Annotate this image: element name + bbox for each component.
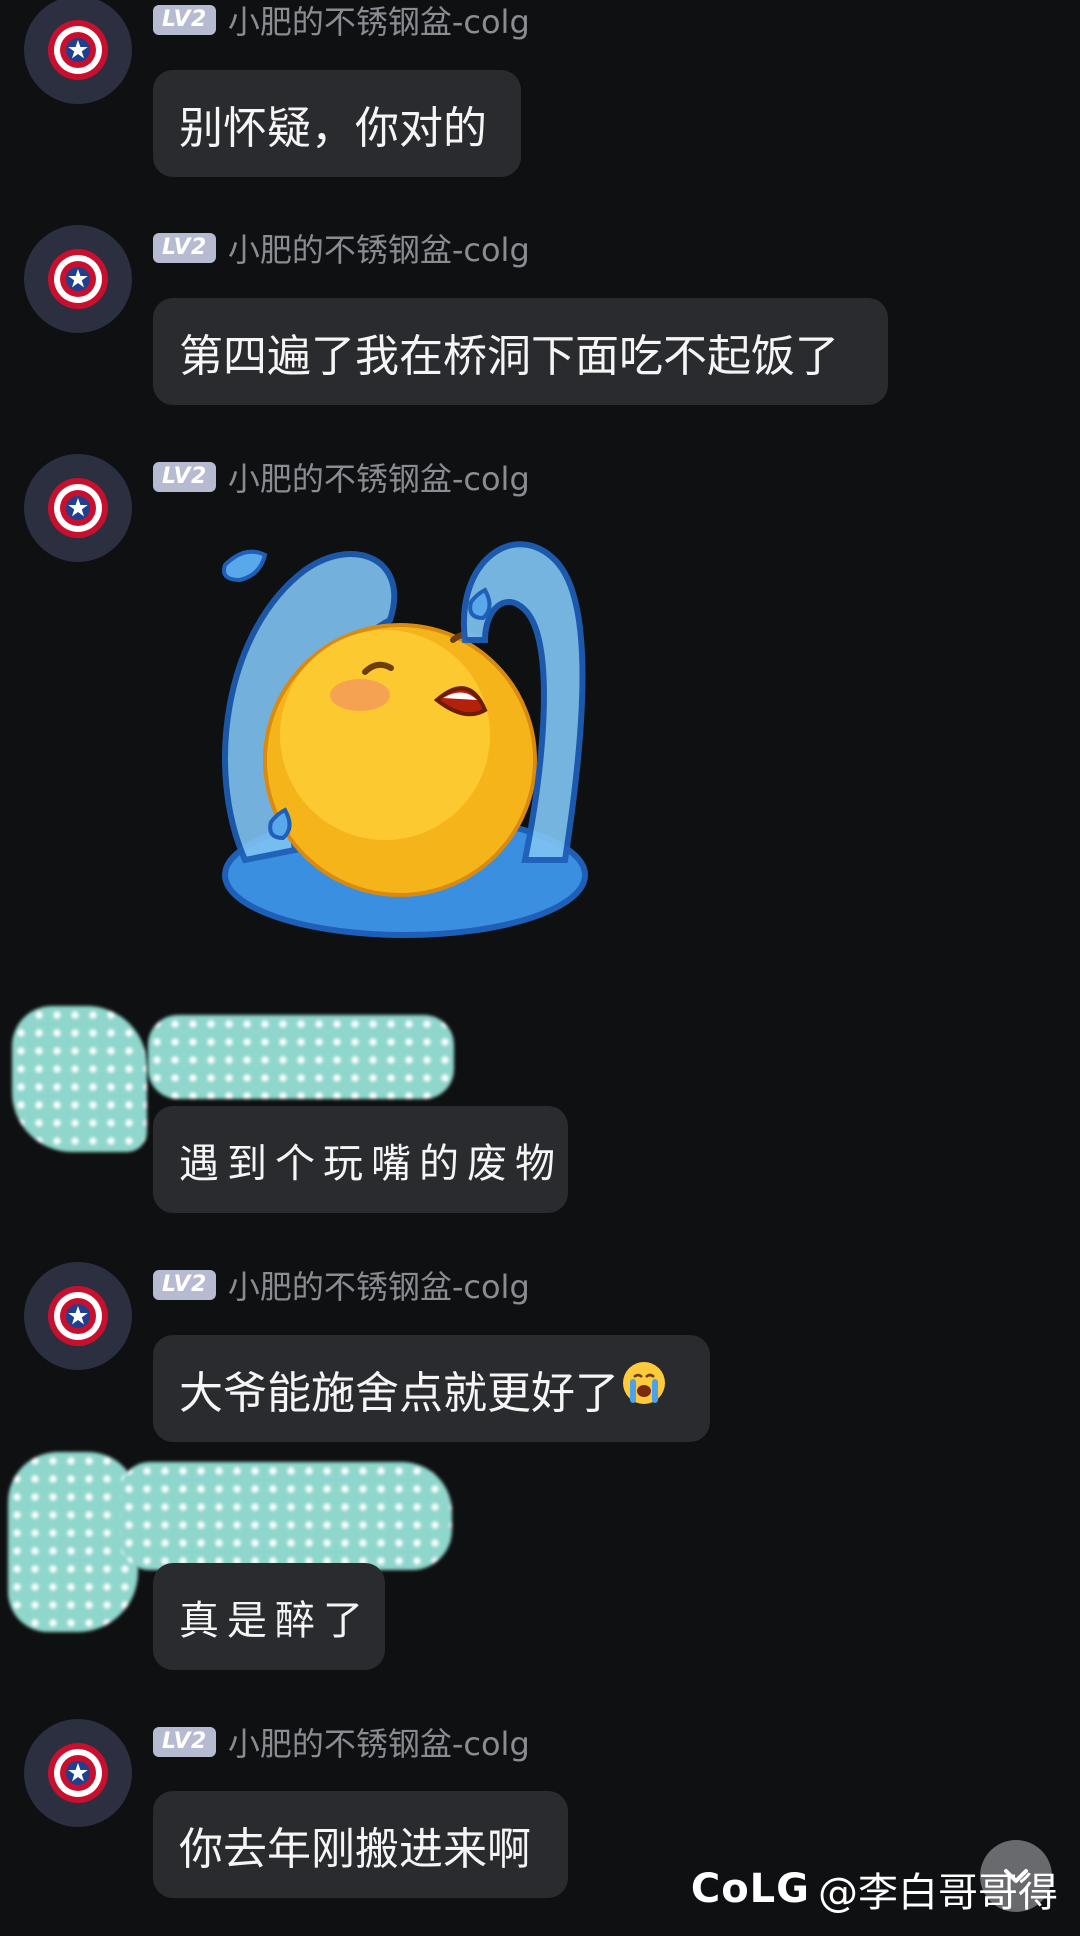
message-bubble[interactable]: 第四遍了我在桥洞下面吃不起饭了	[153, 298, 888, 405]
shield-icon	[48, 1743, 108, 1803]
shield-icon	[48, 478, 108, 538]
redacted-username	[148, 1015, 454, 1099]
message-bubble[interactable]: 真是醉了	[153, 1563, 385, 1670]
username[interactable]: 小肥的不锈钢盆-colg	[228, 0, 530, 43]
sender-line: LV2 小肥的不锈钢盆-colg	[153, 459, 530, 498]
message-text: 别怀疑，你对的	[179, 102, 487, 154]
avatar[interactable]	[24, 225, 132, 333]
level-badge: LV2	[153, 5, 216, 35]
shield-icon	[48, 20, 108, 80]
level-badge: LV2	[153, 233, 216, 263]
avatar[interactable]	[24, 454, 132, 562]
message-text: 遇到个玩嘴的废物	[179, 1140, 563, 1187]
message-text: 大爷能施舍点就更好了	[179, 1367, 619, 1419]
loudly-crying-emoji-icon	[621, 1360, 667, 1417]
username[interactable]: 小肥的不锈钢盆-colg	[228, 1719, 530, 1765]
username[interactable]: 小肥的不锈钢盆-colg	[228, 225, 530, 271]
watermark-logo: CoLG	[690, 1866, 810, 1912]
watermark: CoLG @李白哥哥得	[691, 1860, 1058, 1918]
message-text: 真是醉了	[179, 1597, 371, 1644]
redacted-username	[120, 1462, 452, 1570]
message-text: 你去年刚搬进来啊	[179, 1823, 531, 1875]
message-bubble[interactable]: 大爷能施舍点就更好了	[153, 1335, 710, 1442]
level-badge: LV2	[153, 1270, 216, 1300]
sender-line: LV2 小肥的不锈钢盆-colg	[153, 2, 530, 41]
avatar[interactable]	[24, 0, 132, 104]
level-badge: LV2	[153, 1727, 216, 1757]
username[interactable]: 小肥的不锈钢盆-colg	[228, 454, 530, 500]
message-bubble[interactable]: 你去年刚搬进来啊	[153, 1791, 568, 1898]
message-text: 第四遍了我在桥洞下面吃不起饭了	[179, 330, 839, 382]
sender-line: LV2 小肥的不锈钢盆-colg	[153, 1724, 530, 1763]
watermark-handle: @李白哥哥得	[818, 1870, 1058, 1916]
username[interactable]: 小肥的不锈钢盆-colg	[228, 1262, 530, 1308]
sender-line: LV2 小肥的不锈钢盆-colg	[153, 230, 530, 269]
sticker-image[interactable]	[185, 530, 615, 970]
redacted-avatar	[12, 1006, 147, 1152]
avatar[interactable]	[24, 1262, 132, 1370]
level-badge: LV2	[153, 462, 216, 492]
message-bubble[interactable]: 别怀疑，你对的	[153, 70, 521, 177]
redacted-avatar	[8, 1452, 138, 1632]
sender-line: LV2 小肥的不锈钢盆-colg	[153, 1267, 530, 1306]
message-bubble[interactable]: 遇到个玩嘴的废物	[153, 1106, 568, 1213]
avatar[interactable]	[24, 1719, 132, 1827]
crying-emoji-sticker-icon	[222, 541, 588, 938]
shield-icon	[48, 249, 108, 309]
shield-icon	[48, 1286, 108, 1346]
